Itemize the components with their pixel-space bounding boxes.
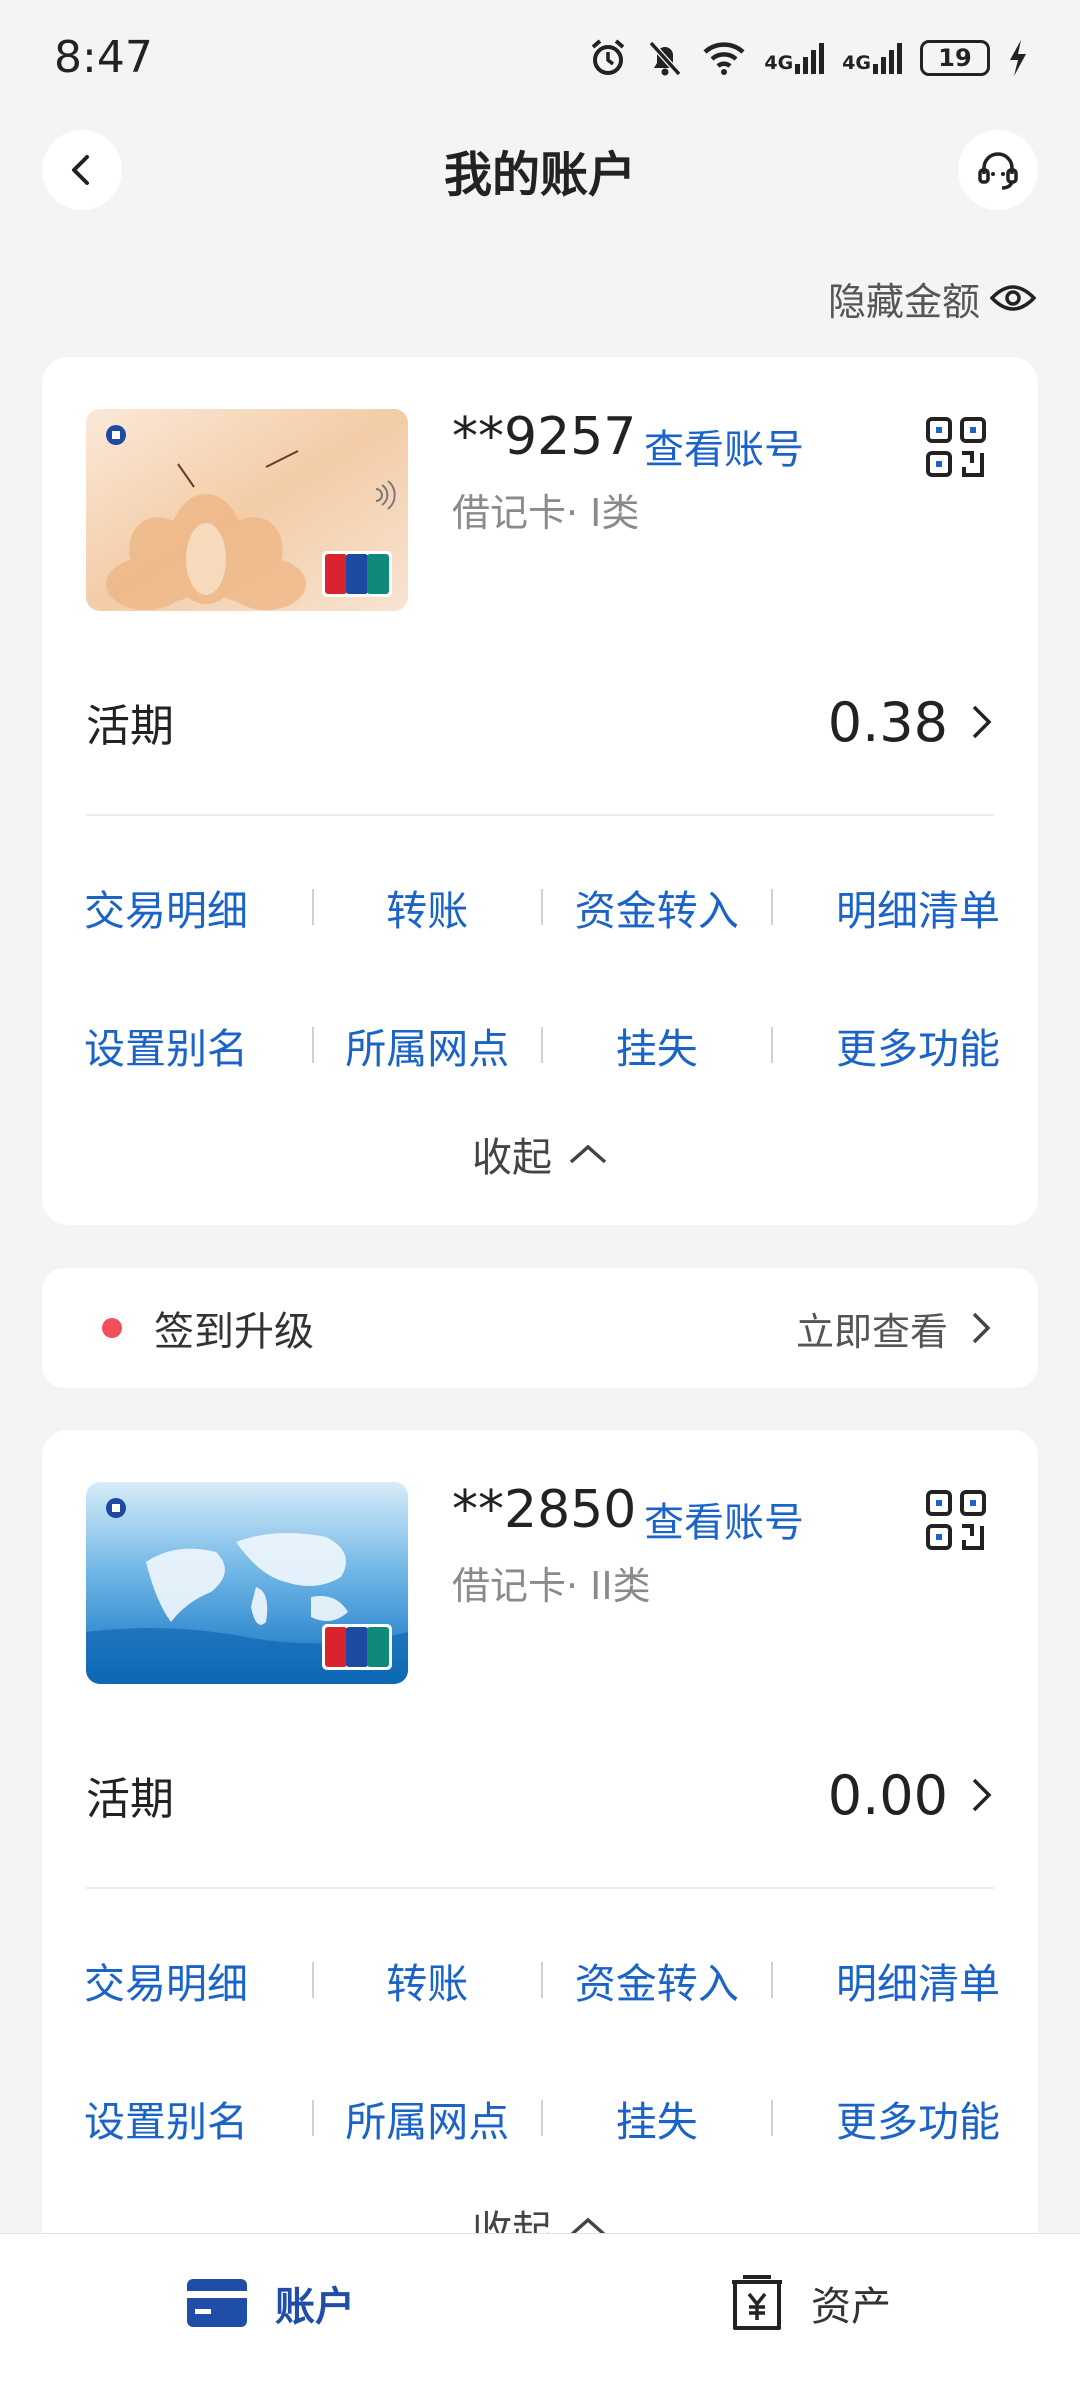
statement-list-button[interactable]: 明细清单 <box>773 1950 1000 2010</box>
status-bar: 8:47 4G 4G 19 <box>0 0 1080 115</box>
view-account-number-link[interactable]: 查看账号 <box>644 417 804 475</box>
tab-account[interactable]: 账户 <box>0 2234 540 2332</box>
transfer-button[interactable]: 转账 <box>314 877 542 937</box>
balance-value: 0.00 <box>827 1763 948 1827</box>
tab-account-label: 账户 <box>275 2284 355 2330</box>
headset-icon <box>978 152 1018 190</box>
bell-off-icon <box>646 38 684 78</box>
chevron-right-icon <box>972 1312 991 1344</box>
network-type-label: 4G <box>842 51 871 74</box>
qr-code-icon[interactable] <box>924 415 988 479</box>
wifi-icon <box>702 40 746 76</box>
chevron-right-icon <box>972 705 992 739</box>
account-type: 借记卡· I类 <box>452 491 640 535</box>
account-number: **9257 <box>452 407 637 467</box>
view-now-label: 立即查看 <box>795 1309 948 1354</box>
balance-value: 0.38 <box>827 690 948 754</box>
account-card-1: **9257 查看账号 借记卡· I类 活期 0.38 交易明细 转账 资金转入… <box>42 357 1038 1225</box>
status-time: 8:47 <box>54 32 153 83</box>
balance-value-group: 0.00 <box>828 1764 994 1827</box>
transaction-details-button[interactable]: 交易明细 <box>84 1950 312 2010</box>
back-button[interactable] <box>42 130 122 210</box>
yuan-icon <box>732 2275 782 2330</box>
collapse-label: 收起 <box>472 1135 552 1181</box>
bank-card-image-world-map[interactable] <box>86 1482 408 1684</box>
page-title: 我的账户 <box>443 147 636 203</box>
qr-code-icon[interactable] <box>924 1488 988 1552</box>
action-row-1: 交易明细 转账 资金转入 明细清单 <box>84 867 1000 947</box>
action-row-1: 交易明细 转账 资金转入 明细清单 <box>84 1940 1000 2020</box>
account-number: **2850 <box>452 1480 637 1540</box>
set-alias-button[interactable]: 设置别名 <box>84 2088 312 2148</box>
top-navigation-bar: 我的账户 <box>0 130 1080 210</box>
status-icons: 4G 4G 19 <box>588 38 1028 78</box>
balance-label: 活期 <box>86 701 174 752</box>
eye-icon <box>990 285 1036 311</box>
tab-assets-label: 资产 <box>811 2284 891 2330</box>
checkin-upgrade-banner[interactable]: 签到升级 立即查看 <box>42 1268 1038 1388</box>
balance-row[interactable]: 活期 0.00 <box>86 1755 994 1835</box>
statement-list-button[interactable]: 明细清单 <box>773 877 1000 937</box>
signal-bars-icon <box>873 42 902 74</box>
chevron-left-icon <box>72 155 89 185</box>
chevron-right-icon <box>972 1778 992 1812</box>
signal-bars-icon <box>795 42 825 74</box>
balance-label: 活期 <box>86 1774 174 1825</box>
battery-indicator: 19 <box>920 39 990 76</box>
set-alias-button[interactable]: 设置别名 <box>84 1015 312 1075</box>
report-loss-button[interactable]: 挂失 <box>543 1015 771 1075</box>
fund-transfer-in-button[interactable]: 资金转入 <box>543 1950 771 2010</box>
hide-amount-toggle[interactable]: 隐藏金额 <box>828 268 1036 328</box>
bank-card-image-lotus[interactable] <box>86 409 408 611</box>
chevron-up-icon <box>569 1144 607 1164</box>
balance-value-group: 0.38 <box>828 691 994 754</box>
view-now-link[interactable]: 立即查看 <box>796 1301 992 1356</box>
charging-icon <box>1008 39 1028 77</box>
action-row-2: 设置别名 所属网点 挂失 更多功能 <box>84 1005 1000 1085</box>
card-icon <box>187 2279 247 2327</box>
collapse-button[interactable]: 收起 <box>42 1125 1038 1183</box>
cellular-signal-1: 4G <box>764 42 825 74</box>
bottom-tab-bar: 账户 资产 <box>0 2233 1080 2388</box>
branch-button[interactable]: 所属网点 <box>314 1015 542 1075</box>
network-type-label: 4G <box>764 51 794 74</box>
more-functions-button[interactable]: 更多功能 <box>773 2088 1000 2148</box>
fund-transfer-in-button[interactable]: 资金转入 <box>543 877 771 937</box>
customer-service-button[interactable] <box>958 130 1038 210</box>
balance-row[interactable]: 活期 0.38 <box>86 682 994 762</box>
hide-amount-label: 隐藏金额 <box>827 279 980 324</box>
report-loss-button[interactable]: 挂失 <box>543 2088 771 2148</box>
branch-button[interactable]: 所属网点 <box>314 2088 542 2148</box>
account-type: 借记卡· II类 <box>452 1564 651 1608</box>
notification-dot <box>102 1318 122 1338</box>
divider <box>86 1887 994 1889</box>
checkin-left: 签到升级 <box>102 1299 314 1357</box>
divider <box>86 814 994 816</box>
action-row-2: 设置别名 所属网点 挂失 更多功能 <box>84 2078 1000 2158</box>
view-account-number-link[interactable]: 查看账号 <box>644 1490 804 1548</box>
tab-assets[interactable]: 资产 <box>540 2234 1080 2332</box>
more-functions-button[interactable]: 更多功能 <box>773 1015 1000 1075</box>
account-card-2: **2850 查看账号 借记卡· II类 活期 0.00 交易明细 转账 资金转… <box>42 1430 1038 2260</box>
transfer-button[interactable]: 转账 <box>314 1950 542 2010</box>
cellular-signal-2: 4G <box>842 42 902 74</box>
alarm-icon <box>588 38 628 78</box>
transaction-details-button[interactable]: 交易明细 <box>84 877 312 937</box>
checkin-label: 签到升级 <box>154 1309 314 1355</box>
